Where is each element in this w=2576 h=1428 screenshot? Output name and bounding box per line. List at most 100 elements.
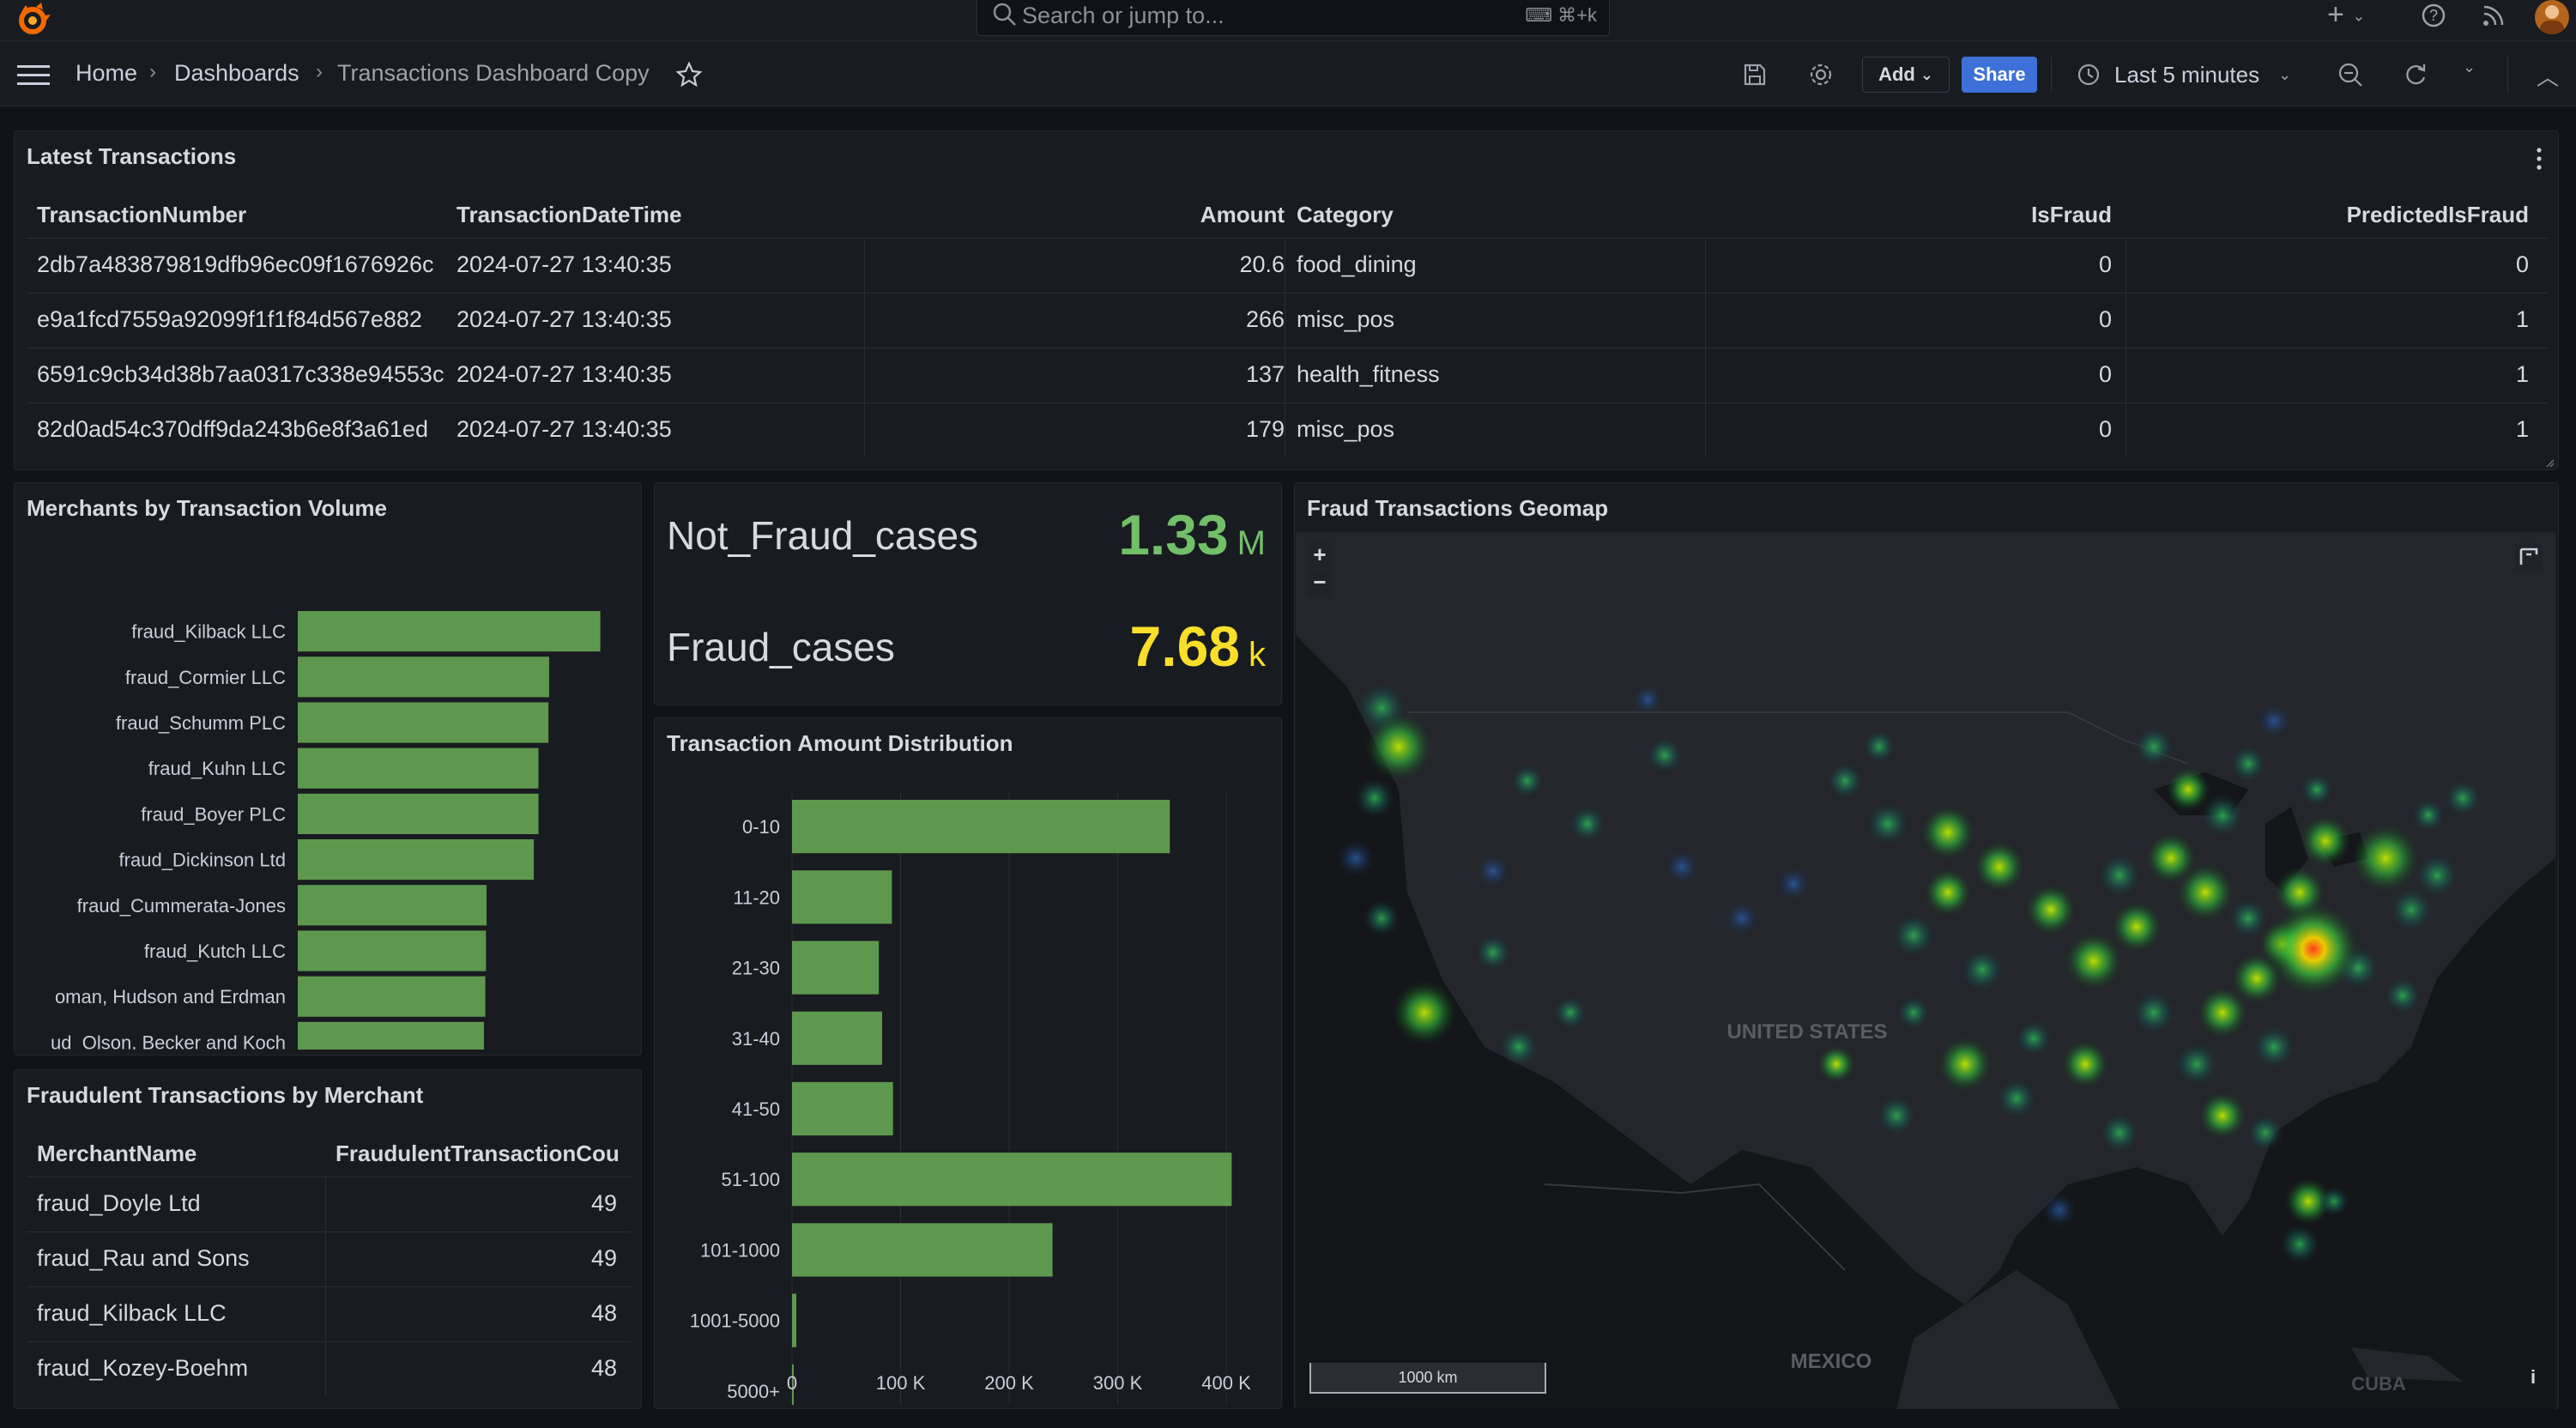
menu-icon[interactable]: [17, 64, 50, 88]
zoom-out-button[interactable]: −: [1308, 570, 1332, 596]
plus-icon: +: [2327, 0, 2344, 31]
fraud-number: 7.68: [1129, 614, 1240, 678]
refresh-icon[interactable]: [2403, 62, 2428, 88]
fraud-stat-value: 7.68 k: [1130, 614, 1266, 679]
not-fraud-unit: M: [1237, 524, 1266, 562]
map-layers-icon[interactable]: [2514, 542, 2543, 572]
table-cell: 2024-07-27 13:40:35: [457, 361, 672, 387]
add-button[interactable]: Add ⌄: [1862, 57, 1950, 93]
panel-title: Merchants by Transaction Volume: [27, 495, 387, 521]
zoom-out-icon[interactable]: [2337, 62, 2363, 88]
table-cell: health_fitness: [1297, 361, 1440, 387]
bar[interactable]: [792, 941, 880, 995]
heat-spot: [2097, 853, 2142, 898]
column-header[interactable]: Category: [1297, 202, 1394, 228]
zoom-in-button[interactable]: +: [1308, 542, 1332, 568]
bar[interactable]: [298, 1021, 484, 1050]
table-cell: 0: [2098, 306, 2112, 332]
bar[interactable]: [792, 1153, 1232, 1207]
search-input[interactable]: Search or jump to... ⌨ ⌘+k: [977, 0, 1610, 36]
time-range-picker[interactable]: Last 5 minutes ⌄: [2077, 57, 2291, 93]
table-cell: 49: [590, 1190, 617, 1216]
bar[interactable]: [298, 976, 486, 1017]
bar[interactable]: [298, 702, 549, 743]
fraud-by-merchant-panel: Fraudulent Transactions by Merchant Merc…: [14, 1069, 642, 1409]
column-header[interactable]: TransactionNumber: [37, 202, 246, 228]
settings-gear-icon[interactable]: [1808, 62, 1834, 88]
bar[interactable]: [792, 1293, 797, 1347]
user-avatar[interactable]: [2535, 0, 2569, 34]
column-divider: [864, 239, 865, 457]
map-attribution-info-icon[interactable]: i: [2523, 1366, 2543, 1390]
heat-spot: [1337, 839, 1375, 877]
bar[interactable]: [792, 1081, 893, 1136]
breadcrumb-home[interactable]: Home: [76, 60, 137, 87]
x-tick-label: 100 K: [876, 1372, 926, 1394]
new-menu-button[interactable]: + ⌄: [2327, 0, 2365, 32]
collapse-chevron-up-icon[interactable]: ︿: [2537, 60, 2559, 92]
category-label: fraud_Boyer PLC: [141, 803, 286, 825]
bar[interactable]: [298, 839, 535, 880]
category-label: 11-20: [733, 886, 780, 908]
bar[interactable]: [298, 793, 539, 834]
column-header[interactable]: PredictedIsFraud: [2280, 202, 2529, 228]
panel-menu-icon[interactable]: [2527, 143, 2551, 174]
table-cell: misc_pos: [1297, 306, 1395, 332]
category-label: 1001-5000: [690, 1310, 780, 1332]
news-feed-icon[interactable]: [2480, 2, 2507, 29]
bar[interactable]: [298, 611, 601, 652]
breadcrumb-dashboards[interactable]: Dashboards: [174, 60, 299, 87]
heat-spot: [2300, 772, 2334, 807]
heat-spot: [1476, 854, 1510, 888]
bar[interactable]: [792, 1223, 1053, 1277]
category-label: 21-30: [732, 958, 780, 979]
bar[interactable]: [298, 657, 549, 698]
time-range-label: Last 5 minutes: [2114, 61, 2260, 88]
column-header[interactable]: FraudulentTransactionCou: [336, 1141, 627, 1167]
share-button[interactable]: Share: [1962, 57, 2037, 93]
column-header[interactable]: IsFraud: [1902, 202, 2112, 228]
heat-spot: [2279, 1224, 2320, 1265]
heat-spot: [2384, 977, 2422, 1014]
category-label: fraud_Kuhn LLC: [148, 758, 286, 779]
shortcut-text: ⌘+k: [1557, 4, 1597, 26]
table-cell: 49: [590, 1245, 617, 1271]
chevron-right-icon: ›: [316, 60, 323, 83]
grafana-logo-icon[interactable]: [14, 2, 51, 36]
bar[interactable]: [792, 870, 892, 924]
heat-spot: [2415, 853, 2459, 898]
help-icon[interactable]: ?: [2420, 2, 2447, 29]
heat-spot: [1553, 995, 1587, 1030]
row-divider: [27, 1341, 631, 1342]
heat-spot: [1920, 805, 1975, 860]
column-header[interactable]: MerchantName: [37, 1141, 197, 1167]
map-scale-bar: 1000 km: [1309, 1363, 1546, 1394]
heat-spot: [2411, 798, 2446, 832]
table-cell: 2024-07-27 13:40:35: [457, 306, 672, 332]
bar[interactable]: [792, 1011, 883, 1065]
resize-handle-icon[interactable]: [2544, 457, 2555, 468]
merchants-bar-chart: fraud_Kilback LLC fraud_Cormier LLC fraud_…: [51, 611, 601, 1050]
geomap-canvas[interactable]: UNITED STATES MEXICO CUBA + − 1000 km i: [1296, 532, 2555, 1409]
heat-spot: [2015, 1020, 2053, 1057]
bar[interactable]: [298, 747, 539, 789]
bar[interactable]: [298, 930, 487, 971]
keyboard-shortcut-hint: ⌨ ⌘+k: [1525, 4, 1597, 27]
not-fraud-stat-label: Not_Fraud_cases: [667, 513, 979, 558]
add-button-label: Add: [1878, 64, 1915, 85]
column-header[interactable]: TransactionDateTime: [457, 202, 682, 228]
table-cell: fraud_Rau and Sons: [37, 1245, 250, 1271]
table-cell: misc_pos: [1297, 416, 1395, 442]
panel-title: Latest Transactions: [27, 143, 237, 169]
bar[interactable]: [792, 800, 1170, 854]
save-dashboard-icon[interactable]: [1742, 62, 1768, 88]
category-label: fraud_Kutch LLC: [144, 941, 286, 962]
bar[interactable]: [298, 885, 487, 926]
heat-spot: [1891, 913, 1936, 958]
heat-spot: [2065, 932, 2123, 990]
search-placeholder: Search or jump to...: [1022, 3, 1225, 28]
column-header[interactable]: Amount: [1092, 202, 1285, 228]
star-icon[interactable]: [676, 62, 702, 88]
refresh-interval-chevron-icon[interactable]: ⌄: [2463, 58, 2476, 76]
heat-spot: [1826, 762, 1864, 800]
